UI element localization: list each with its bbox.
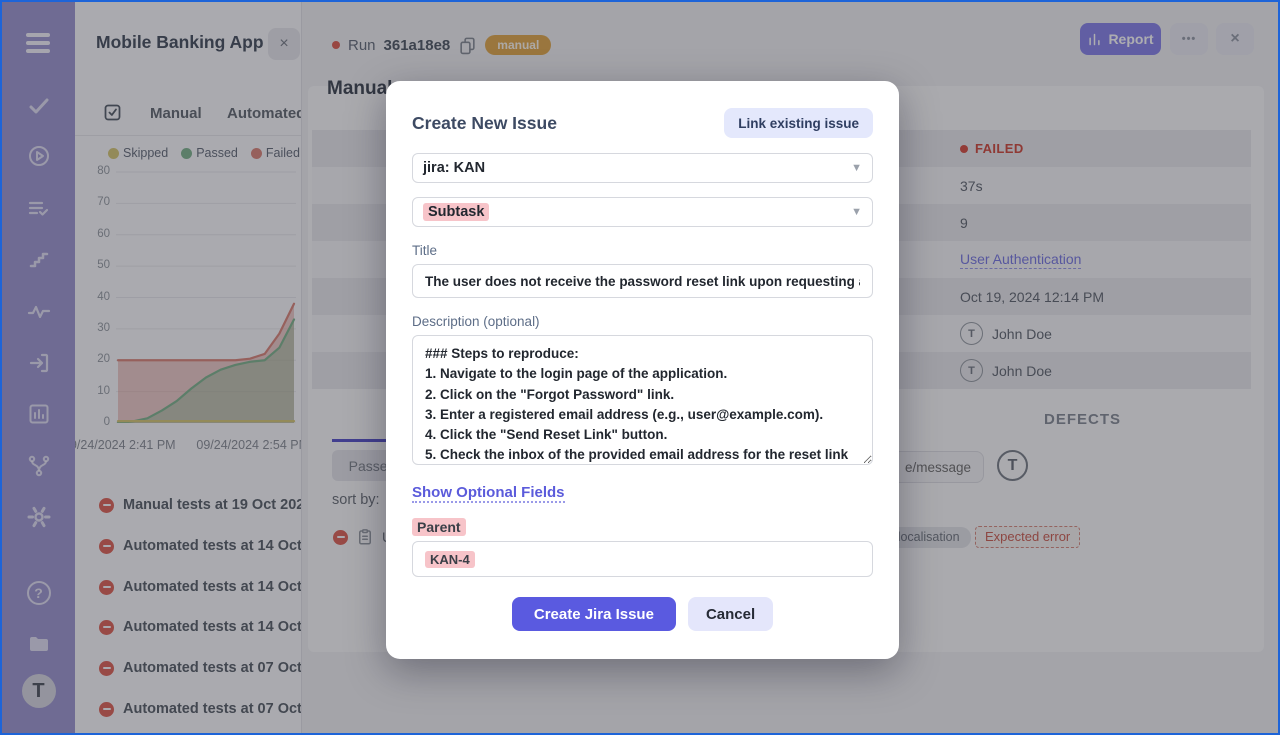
create-issue-modal: Create New Issue Link existing issue jir… [386, 81, 899, 659]
show-optional-fields-link[interactable]: Show Optional Fields [412, 484, 565, 503]
create-jira-issue-button[interactable]: Create Jira Issue [512, 597, 676, 631]
app-window: ? T Mobile Banking App × Manual Automate… [0, 0, 1280, 735]
parent-value-chip: KAN-4 [425, 551, 475, 568]
cancel-button[interactable]: Cancel [688, 597, 773, 631]
description-textarea[interactable]: ### Steps to reproduce: 1. Navigate to t… [412, 335, 873, 465]
modal-title: Create New Issue [412, 113, 557, 134]
chevron-down-icon: ▼ [851, 162, 862, 174]
issue-title-input[interactable] [412, 264, 873, 298]
chevron-down-icon: ▼ [851, 206, 862, 218]
issue-type-select[interactable]: Subtask ▼ [412, 197, 873, 227]
parent-label: Parent [412, 519, 873, 535]
parent-input[interactable]: KAN-4 [412, 541, 873, 577]
link-existing-issue-button[interactable]: Link existing issue [724, 108, 873, 138]
project-select[interactable]: jira: KAN ▼ [412, 153, 873, 183]
title-label: Title [412, 243, 873, 258]
description-label: Description (optional) [412, 314, 873, 329]
